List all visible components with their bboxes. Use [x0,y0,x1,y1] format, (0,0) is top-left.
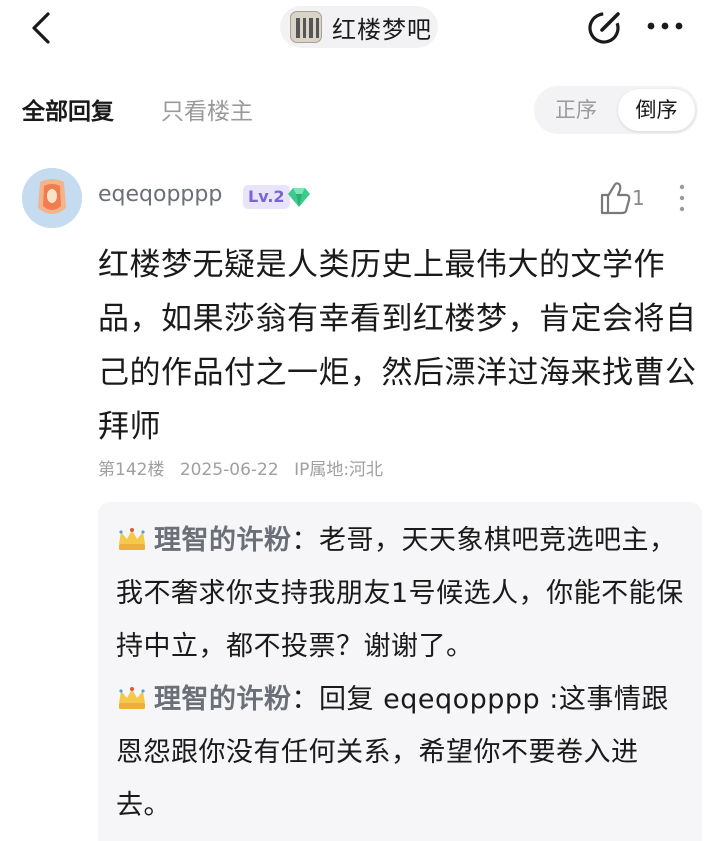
sub-reply-author[interactable]: 理智的许粉 [154,525,292,556]
order-toggle: 正序 倒序 [534,86,698,134]
like-count: 1 [632,186,645,210]
avatar-image [22,168,82,228]
reply-prefix: 回复 [319,684,384,715]
crown-icon [119,528,145,550]
sub-reply-separator: ： [291,684,319,715]
order-asc-button[interactable]: 正序 [534,86,618,134]
ip-location: IP属地:河北 [294,460,384,480]
top-bar: 红楼梦吧 [0,0,720,56]
more-icon[interactable] [645,14,685,38]
sub-reply-author[interactable]: 理智的许粉 [154,684,292,715]
sub-reply[interactable]: 理智的许粉：回复 eqeqopppp :这事情跟恩怨跟你没有任何关系，希望你不要… [116,673,684,832]
post-date: 2025-06-22 [179,460,279,480]
sub-replies[interactable]: 理智的许粉：老哥，天天象棋吧竞选吧主，我不奢求你支持我朋友1号候选人，你能不能保… [98,502,702,841]
level-badge: Lv.2 [243,185,290,209]
avatar[interactable] [22,168,82,228]
tab-all-replies[interactable]: 全部回复 [22,92,114,126]
sub-reply[interactable]: 理智的许粉：老哥，天天象棋吧竞选吧主，我不奢求你支持我朋友1号候选人，你能不能保… [116,514,684,673]
sub-reply-separator: ： [291,525,319,556]
chevron-left-icon[interactable] [26,8,56,48]
post-username[interactable]: eqeqopppp [98,182,222,207]
forum-entry[interactable]: 红楼梦吧 [280,6,438,48]
order-desc-button[interactable]: 倒序 [618,89,695,131]
post-meta: 第142楼 2025-06-22 IP属地:河北 [98,455,393,480]
floor-number: 第142楼 [98,460,165,480]
post-more-icon[interactable] [676,182,688,214]
post-content: 红楼梦无疑是人类历史上最伟大的文学作品，如果莎翁有幸看到红楼梦，肯定会将自己的作… [98,247,697,445]
forum-name: 红楼梦吧 [332,15,432,44]
crown-icon [119,687,145,709]
edit-icon[interactable] [586,8,624,46]
reply-filter-bar: 全部回复 只看楼主 正序 倒序 [0,78,720,138]
forum-logo [290,11,322,43]
mention-link[interactable]: eqeqopppp [383,684,540,715]
tab-op-only[interactable]: 只看楼主 [161,92,253,126]
diamond-icon [288,188,310,207]
